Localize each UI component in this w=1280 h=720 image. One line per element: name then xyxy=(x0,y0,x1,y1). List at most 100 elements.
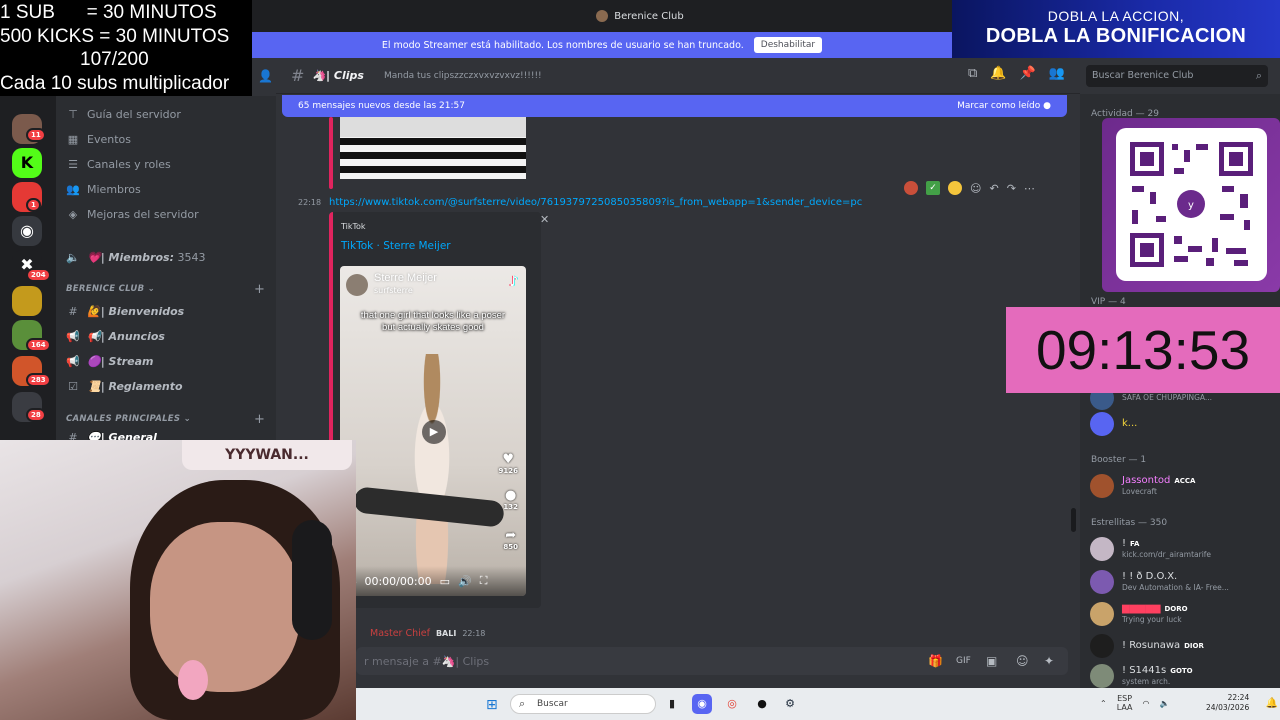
bonus-line-2: DOBLA LA BONIFICACION xyxy=(985,25,1247,47)
emoji-icon[interactable]: ☺ xyxy=(1016,654,1029,668)
steam-taskbar-icon[interactable]: ⚙ xyxy=(780,694,800,714)
check-emoji-icon[interactable]: ✓ xyxy=(926,181,940,195)
add-reaction-icon[interactable]: ☺ xyxy=(970,182,981,195)
add-member-icon[interactable]: 👤 xyxy=(258,69,273,83)
gift-icon[interactable]: 🎁 xyxy=(928,654,943,668)
play-icon[interactable]: ▶ xyxy=(422,420,446,444)
taskbar-clock[interactable]: 22:24 24/03/2026 xyxy=(1206,693,1249,713)
tiktok-logo-icon: ♪ xyxy=(509,274,518,290)
streamer-mode-banner: El modo Streamer está habilitado. Los no… xyxy=(252,32,952,58)
events-item[interactable]: ▦ Eventos xyxy=(66,129,131,149)
reaction-emoji-icon[interactable] xyxy=(904,181,918,195)
shares: ➦ 850 xyxy=(503,528,518,551)
chevron-up-icon[interactable]: ⌃ xyxy=(1100,699,1107,708)
embed-title-link[interactable]: TikTok · Sterre Meijer xyxy=(341,240,451,252)
server-search-input[interactable]: Buscar Berenice Club ⌕ xyxy=(1086,65,1268,87)
avatar xyxy=(346,274,368,296)
search-placeholder: Buscar Berenice Club xyxy=(1092,70,1194,81)
member-item[interactable]: ▆▆▆▆▆ DORO Trying your luck xyxy=(1090,600,1270,628)
cam-frame-label: YYYWAN... xyxy=(182,440,352,470)
comments: ● 132 xyxy=(503,488,518,511)
server-icon-6[interactable] xyxy=(12,286,42,316)
member-item[interactable]: k... xyxy=(1090,410,1270,438)
members-count-channel[interactable]: 🔈 💗| Miembros: 3543 xyxy=(66,247,206,267)
gif-icon[interactable]: GIF xyxy=(956,656,971,666)
member-item[interactable]: Jassontod ACCA Lovecraft xyxy=(1090,472,1270,500)
mark-as-read-button[interactable]: Marcar como leído ● xyxy=(957,101,1051,111)
language-indicator[interactable]: ESP LAA xyxy=(1117,694,1133,712)
scrollbar[interactable] xyxy=(1071,508,1076,532)
threads-icon[interactable]: ⧉ xyxy=(968,66,977,81)
obs-taskbar-icon[interactable]: ● xyxy=(752,694,772,714)
channel-anuncios[interactable]: 📢 📢| Anuncios xyxy=(66,326,165,346)
member-item[interactable]: ! S1441s GOTO system arch. xyxy=(1090,662,1270,690)
fullscreen-icon[interactable]: ⛶ xyxy=(480,574,488,588)
message-link[interactable]: https://www.tiktok.com/@surfsterre/video… xyxy=(329,197,862,208)
laugh-emoji-icon[interactable] xyxy=(948,181,962,195)
members-count-value: 3543 xyxy=(177,250,206,264)
guide-item[interactable]: ⊤ Guía del servidor xyxy=(66,104,181,124)
boosts-item[interactable]: ◈ Mejoras del servidor xyxy=(66,204,199,224)
boost-icon: ◈ xyxy=(68,207,78,221)
member-item[interactable]: ! FA kick.com/dr_airamtarife xyxy=(1090,535,1270,563)
server-badge: 164 xyxy=(26,338,51,352)
chrome-taskbar-icon[interactable]: ◎ xyxy=(722,694,742,714)
avatar xyxy=(1090,570,1114,594)
likes: ♥ 9126 xyxy=(498,452,518,475)
message-author[interactable]: Master Chief xyxy=(370,628,430,639)
notifications-icon[interactable]: 🔔 xyxy=(1262,694,1280,714)
captions-icon[interactable]: ▭ xyxy=(440,575,450,588)
member-item[interactable]: ! Rosunawa DIOR xyxy=(1090,632,1270,660)
category-canales-principales[interactable]: CANALES PRINCIPALES ⌄ xyxy=(66,414,191,424)
new-messages-bar[interactable]: 65 mensajes nuevos desde las 21:57 Marca… xyxy=(282,95,1067,117)
member-name: Jassontod xyxy=(1122,475,1171,486)
system-tray: ⌃ ESP LAA ◠ 🔈 xyxy=(1100,694,1169,712)
message-input[interactable]: r mensaje a #🦄| Clips 🎁 GIF ▣ ☺ ✦ xyxy=(356,647,1068,675)
channels-roles-item[interactable]: ☰ Canales y roles xyxy=(66,154,171,174)
channel-stream[interactable]: 📢 🟣| Stream xyxy=(66,351,153,371)
volume-icon[interactable]: 🔈 xyxy=(1160,699,1170,708)
channel-label: 📜| Reglamento xyxy=(87,379,183,393)
task-view-icon[interactable]: ▮ xyxy=(662,694,682,714)
video-player[interactable]: Sterre Meijer surfsterre ♪ that one girl… xyxy=(340,266,526,596)
members-icon: 👥 xyxy=(66,182,80,196)
more-icon[interactable]: ⋯ xyxy=(1024,182,1035,195)
channel-label: 📢| Anuncios xyxy=(87,329,165,343)
channel-label: 🙋| Bienvenidos xyxy=(87,304,185,318)
keyboard-layout: LAA xyxy=(1116,703,1133,712)
member-list-icon[interactable]: 👥 xyxy=(1049,66,1065,81)
member-item[interactable]: ! ! ð D.O.X. Dev Automation & IA- Free... xyxy=(1090,568,1270,596)
members-item[interactable]: 👥 Miembros xyxy=(66,179,141,199)
server-badge: 1 xyxy=(26,198,41,212)
embed-provider: TikTok xyxy=(341,222,366,231)
channel-reglamento[interactable]: ☑ 📜| Reglamento xyxy=(66,376,183,396)
video-caption: that one girl that looks like a poser bu… xyxy=(360,310,506,333)
signpost-icon: ⊤ xyxy=(68,107,78,121)
megaphone-icon: 📢 xyxy=(66,329,80,343)
message-timestamp: 22:18 xyxy=(298,198,322,207)
reply-icon[interactable]: ↶ xyxy=(989,182,998,195)
kick-server-icon[interactable]: K xyxy=(12,148,42,178)
discord-server-icon[interactable]: ◉ xyxy=(12,216,42,246)
add-channel-icon[interactable]: + xyxy=(254,282,265,297)
discord-taskbar-icon[interactable]: ◉ xyxy=(692,694,712,714)
boosts-label: Mejoras del servidor xyxy=(87,207,199,221)
next-message-header: Master Chief BALI 22:18 xyxy=(370,628,485,639)
pin-icon[interactable]: 📌 xyxy=(1019,66,1035,81)
comments-count: 132 xyxy=(503,503,518,511)
previous-embed-image[interactable] xyxy=(340,117,526,179)
close-icon[interactable]: ✕ xyxy=(540,213,549,226)
channel-bienvenidos[interactable]: # 🙋| Bienvenidos xyxy=(66,301,184,321)
add-channel-icon[interactable]: + xyxy=(254,412,265,427)
wifi-icon[interactable]: ◠ xyxy=(1143,699,1150,708)
disable-streamer-button[interactable]: Deshabilitar xyxy=(753,37,823,53)
forward-icon[interactable]: ↷ xyxy=(1007,182,1016,195)
apps-icon[interactable]: ✦ xyxy=(1044,654,1054,668)
group-booster: Booster — 1 xyxy=(1091,455,1147,465)
volume-icon[interactable]: 🔊 xyxy=(458,575,472,588)
windows-start-icon[interactable]: ⊞ xyxy=(486,697,498,713)
sticker-icon[interactable]: ▣ xyxy=(986,654,997,668)
category-berenice-club[interactable]: BERENICE CLUB ⌄ xyxy=(66,284,155,294)
taskbar-search[interactable]: ⌕ Buscar xyxy=(510,694,656,714)
bell-icon[interactable]: 🔔 xyxy=(990,66,1006,81)
